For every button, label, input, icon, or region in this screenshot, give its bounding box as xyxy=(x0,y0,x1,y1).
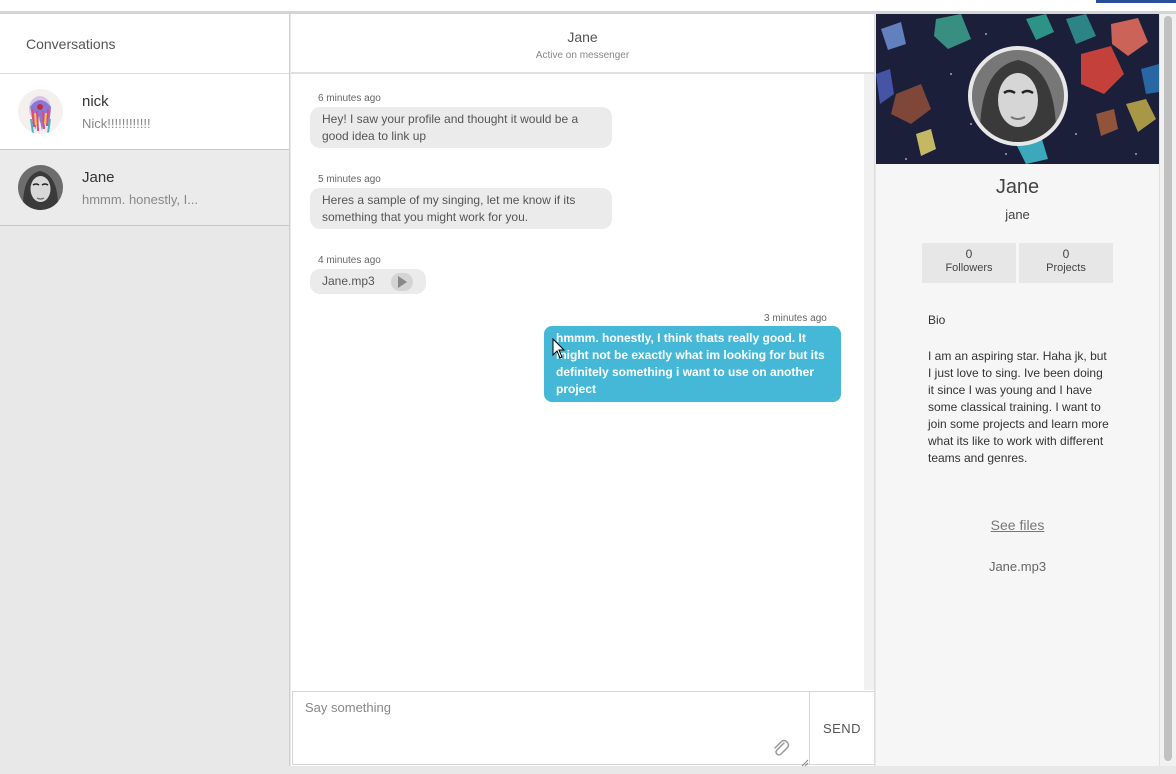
chat-status: Active on messenger xyxy=(535,50,630,61)
bio-text: I am an aspiring star. Haha jk, but I ju… xyxy=(928,349,1109,465)
profile-avatar xyxy=(968,46,1068,146)
resize-grip-icon[interactable] xyxy=(801,754,809,767)
chat-title: Jane xyxy=(567,29,598,45)
see-files-link[interactable]: See files xyxy=(876,517,1159,533)
message-timestamp: 3 minutes ago xyxy=(764,313,827,324)
message-bubble-sent: hmmm. honestly, I think thats really goo… xyxy=(544,326,841,402)
browser-top-strip xyxy=(0,0,1176,14)
page-scrollbar-thumb[interactable] xyxy=(1164,16,1172,761)
file-link[interactable]: Jane.mp3 xyxy=(876,559,1159,574)
followers-label: Followers xyxy=(945,262,993,274)
send-button[interactable]: SEND xyxy=(810,692,874,764)
projects-count: 0 xyxy=(1062,247,1070,261)
conversation-preview: hmmm. honestly, I... xyxy=(82,191,199,207)
conversation-name: nick xyxy=(82,92,109,110)
message-timestamp: 5 minutes ago xyxy=(318,174,381,185)
followers-stat[interactable]: 0 Followers xyxy=(922,243,1016,283)
followers-count: 0 xyxy=(965,247,973,261)
profile-username: jane xyxy=(1005,207,1030,222)
conversations-header: Conversations xyxy=(0,14,289,74)
projects-stat[interactable]: 0 Projects xyxy=(1019,243,1113,283)
play-button[interactable] xyxy=(390,272,413,291)
nick-avatar xyxy=(18,89,63,134)
conversation-preview: Nick!!!!!!!!!!!! xyxy=(82,115,151,131)
jane-avatar xyxy=(18,165,63,210)
chat-scrollbar[interactable] xyxy=(864,74,874,690)
message-input[interactable] xyxy=(293,692,810,764)
message-bubble-received: Hey! I saw your profile and thought it w… xyxy=(310,107,612,148)
top-accent-bar xyxy=(1096,0,1176,3)
projects-label: Projects xyxy=(1046,262,1086,274)
paperclip-icon[interactable] xyxy=(771,738,791,758)
conversation-item-jane[interactable]: Jane hmmm. honestly, I... xyxy=(0,150,289,226)
conversation-item-nick[interactable]: nick Nick!!!!!!!!!!!! xyxy=(0,74,289,150)
profile-name: Jane xyxy=(995,176,1040,198)
message-timestamp: 6 minutes ago xyxy=(318,93,381,104)
message-bubble-received: Heres a sample of my singing, let me kno… xyxy=(310,188,612,229)
bio-title: Bio xyxy=(928,313,946,327)
play-icon xyxy=(398,275,408,288)
profile-panel: Jane jane 0 Followers 0 Projects Bio I a… xyxy=(876,14,1159,766)
message-timestamp: 4 minutes ago xyxy=(318,255,381,266)
conversation-name: Jane xyxy=(82,168,115,186)
page-scrollbar[interactable] xyxy=(1159,14,1176,766)
conversations-sidebar: Conversations nick Nick!!!!!!!!!!!! Jane… xyxy=(0,14,290,766)
audio-message[interactable]: Jane.mp3 xyxy=(310,269,426,294)
message-composer: SEND xyxy=(292,691,874,767)
chat-header: Jane Active on messenger xyxy=(291,14,874,74)
chat-pane: Jane Active on messenger 6 minutes ago H… xyxy=(291,14,875,767)
audio-file-name: Jane.mp3 xyxy=(322,274,375,288)
